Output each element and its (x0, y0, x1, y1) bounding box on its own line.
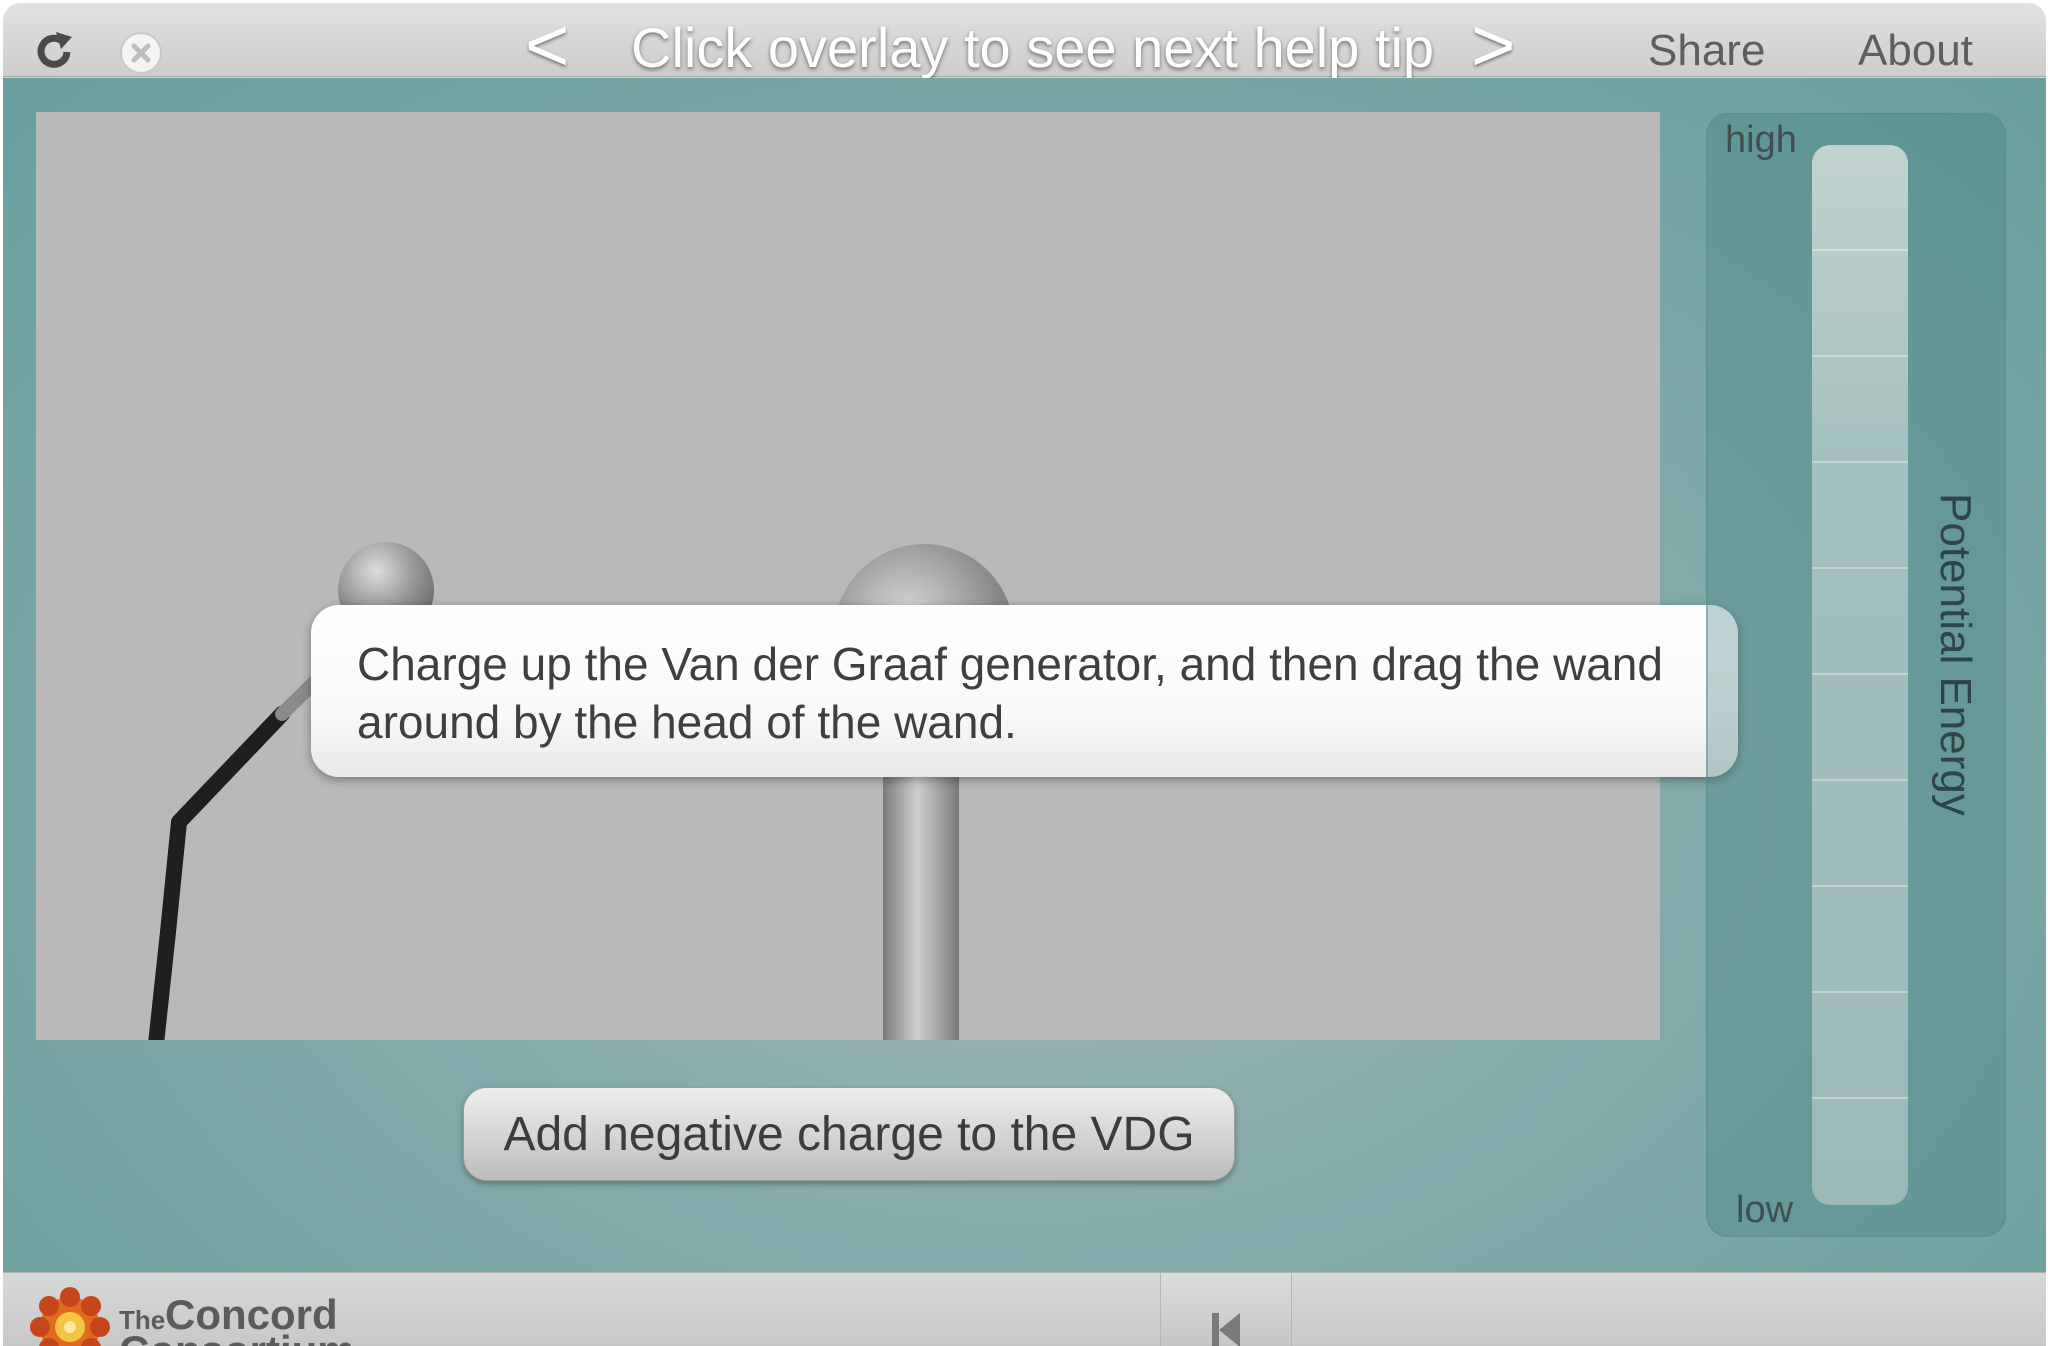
simulation-canvas[interactable] (36, 112, 1660, 1040)
rewind-to-start-button[interactable] (1160, 1273, 1292, 1346)
concord-consortium-logo[interactable]: The Concord Consortium (25, 1283, 355, 1346)
meter-title: Potential Energy (1931, 493, 1980, 816)
meter-tick (1812, 567, 1908, 569)
top-bar: < Click overlay to see next help tip > S… (3, 3, 2046, 84)
meter-tick (1812, 461, 1908, 463)
app-window: < Click overlay to see next help tip > S… (3, 3, 2046, 1346)
reload-icon[interactable] (31, 29, 77, 75)
logo-flower-icon (30, 1287, 110, 1346)
main-area: Charge up the Van der Graaf generator, a… (3, 78, 2046, 1272)
meter-tick (1812, 885, 1908, 887)
meter-tick (1812, 779, 1908, 781)
logo-text-consortium: Consortium (119, 1327, 355, 1346)
meter-high-label: high (1725, 119, 1797, 161)
meter-low-label: low (1736, 1189, 1794, 1231)
rewind-to-start-icon (1212, 1313, 1240, 1346)
help-tip-title[interactable]: Click overlay to see next help tip (631, 11, 1434, 85)
potential-energy-meter: high Potential Energy low (1706, 113, 2006, 1237)
meter-tick (1812, 991, 1908, 993)
meter-tick (1812, 1097, 1908, 1099)
footer-bar: The Concord Consortium (3, 1272, 2046, 1346)
meter-tick (1812, 249, 1908, 251)
meter-tick (1812, 673, 1908, 675)
next-tip-button[interactable]: > (1471, 8, 1515, 84)
meter-tick (1812, 355, 1908, 357)
about-link[interactable]: About (1858, 21, 1973, 81)
meter-bar (1812, 145, 1908, 1205)
simulation-drawing (148, 542, 1014, 1040)
previous-tip-button[interactable]: < (525, 8, 569, 84)
share-link[interactable]: Share (1648, 21, 1765, 81)
close-icon[interactable] (119, 31, 163, 75)
add-negative-charge-button[interactable]: Add negative charge to the VDG (463, 1087, 1235, 1181)
wand-handle (148, 706, 290, 1040)
help-tooltip[interactable]: Charge up the Van der Graaf generator, a… (311, 605, 1738, 777)
